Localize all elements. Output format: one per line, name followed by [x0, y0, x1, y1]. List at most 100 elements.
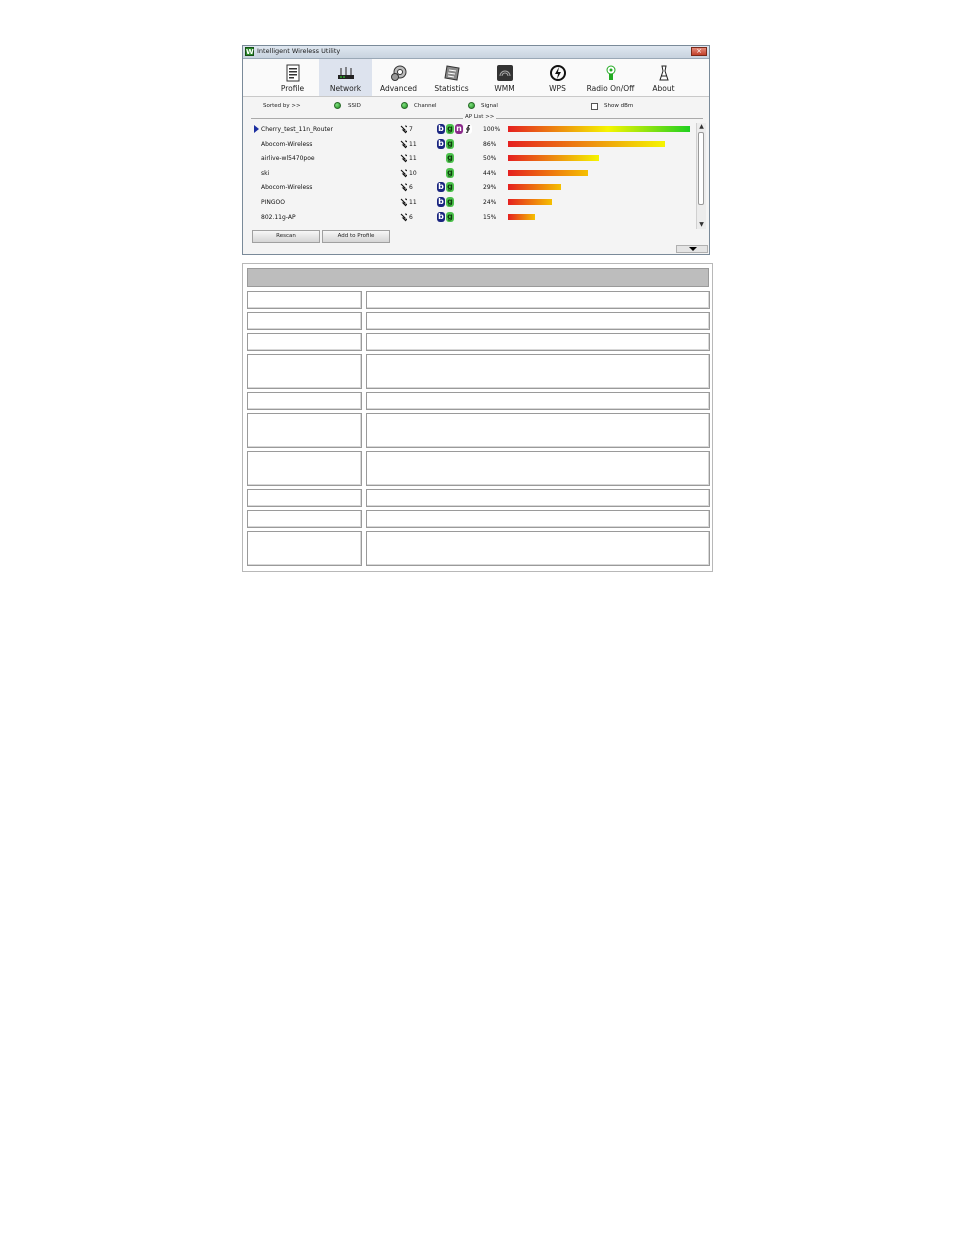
table-desc-cell [366, 291, 710, 309]
ap-ssid: ski [261, 169, 270, 177]
channel-icon [400, 213, 407, 221]
radio-icon [606, 65, 615, 80]
ap-channel: 6 [409, 184, 413, 192]
show-dbm-checkbox[interactable] [591, 103, 598, 110]
table-term-cell [247, 510, 362, 528]
mode-g-icon: g [446, 197, 454, 207]
tab-profile-label: Profile [280, 84, 305, 93]
sort-signal-label: Signal [481, 103, 498, 109]
signal-strength-bar [508, 126, 690, 132]
mode-b-icon: b [437, 211, 445, 222]
ap-ssid: 802.11g-AP [261, 213, 296, 221]
channel-icon [400, 198, 407, 207]
channel-icon [400, 154, 407, 163]
app-icon: W [245, 47, 254, 56]
ap-channel: 6 [409, 213, 413, 221]
table-term-cell [247, 392, 362, 410]
sort-channel-radio[interactable] [401, 102, 408, 109]
ap-list-row[interactable]: PINGOO 11 b g 24% [251, 195, 691, 209]
tab-radio-label: Radio On/Off [586, 84, 635, 93]
tab-statistics[interactable]: Statistics [425, 59, 478, 96]
signal-strength-bar [508, 169, 589, 176]
wps-icon [549, 65, 566, 81]
table-term-cell [247, 451, 362, 486]
scroll-down-arrow[interactable]: ▼ [697, 221, 706, 229]
channel-icon [400, 169, 407, 178]
signal-strength-bar [508, 140, 665, 147]
ap-channel: 10 [409, 169, 417, 177]
tab-statistics-label: Statistics [434, 84, 469, 93]
mode-b-icon: b [437, 124, 445, 134]
ap-list-row[interactable]: airlive-wl5470poe 11 g 50% [251, 151, 691, 165]
tab-network-label: Network [329, 84, 362, 93]
scroll-up-arrow[interactable]: ▲ [697, 123, 706, 131]
sort-channel-label: Channel [414, 103, 437, 109]
channel-icon [400, 183, 407, 192]
ap-signal-percent: 86% [483, 140, 497, 148]
ap-signal-percent: 15% [483, 213, 497, 221]
mode-b-icon: b [437, 197, 445, 207]
wmm-icon [496, 65, 513, 81]
mode-b-icon: b [437, 138, 445, 149]
tab-wmm-label: WMM [494, 84, 515, 93]
signal-strength-bar [508, 213, 536, 220]
ap-ssid: PINGOO [261, 199, 285, 206]
tab-network[interactable]: Network [319, 59, 372, 96]
table-term-cell [247, 489, 362, 507]
rescan-button[interactable]: Rescan [252, 230, 320, 243]
mode-g-icon: g [446, 153, 454, 164]
tab-wps-label: WPS [549, 84, 566, 93]
sort-bar: Sorted by >> SSID Channel Signal Show dB… [243, 97, 709, 113]
add-to-profile-button[interactable]: Add to Profile [322, 230, 390, 243]
expand-button[interactable] [676, 245, 708, 253]
ap-list-scrollbar[interactable]: ▲ ▼ [696, 123, 706, 229]
ap-list-row[interactable]: ski 10 g 44% [251, 166, 691, 180]
selected-arrow-icon [254, 125, 259, 133]
description-table [242, 263, 713, 572]
tab-wmm[interactable]: WMM [478, 59, 531, 96]
expand-arrow-icon [689, 247, 697, 251]
close-button[interactable]: × [691, 47, 707, 56]
sort-ssid-radio[interactable] [334, 102, 341, 109]
tab-about-label: About [652, 84, 675, 93]
sort-ssid-label: SSID [348, 103, 361, 109]
show-dbm-label: Show dBm [604, 103, 634, 109]
ap-ssid: Cherry_test_11n_Router [261, 126, 333, 133]
ap-list-title: AP List >> [463, 114, 497, 120]
ap-channel: 7 [409, 126, 413, 133]
ap-list-row[interactable]: Abocom-Wireless 6 b g 29% [251, 180, 691, 194]
table-desc-cell [366, 489, 710, 507]
table-desc-cell [366, 531, 710, 566]
table-term-cell [247, 291, 362, 309]
mode-g-icon: g [446, 211, 454, 222]
table-term-cell [247, 354, 362, 389]
table-desc-cell [366, 312, 710, 330]
tab-advanced[interactable]: Advanced [372, 59, 425, 96]
tab-about[interactable]: About [637, 59, 690, 96]
ap-list-row[interactable]: Cherry_test_11n_Router 7 b g n ∮ 100% [251, 122, 691, 136]
tab-profile[interactable]: Profile [266, 59, 319, 96]
scroll-thumb[interactable] [698, 132, 704, 205]
ap-list-row[interactable]: 802.11g-AP 6 b g 15% [251, 210, 691, 224]
mode-wps-icon: ∮ [464, 124, 472, 134]
advanced-icon [390, 65, 406, 81]
sort-signal-radio[interactable] [468, 102, 475, 109]
table-term-cell [247, 312, 362, 330]
table-header [247, 268, 709, 287]
title-bar[interactable]: W Intelligent Wireless Utility × [243, 46, 709, 59]
tab-radio-on-off[interactable]: Radio On/Off [584, 59, 637, 96]
signal-strength-bar [508, 184, 561, 191]
ap-signal-percent: 29% [483, 184, 497, 192]
table-desc-cell [366, 413, 710, 448]
tab-advanced-label: Advanced [379, 84, 418, 93]
ap-list-row[interactable]: Abocom-Wireless 11 b g 86% [251, 137, 691, 151]
mode-n-icon: n [455, 124, 463, 134]
mode-g-icon: g [446, 167, 454, 178]
sorted-by-label: Sorted by >> [263, 103, 301, 109]
tab-wps[interactable]: WPS [531, 59, 584, 96]
wireless-utility-window: W Intelligent Wireless Utility × Profile… [242, 45, 710, 255]
about-icon [658, 65, 669, 81]
toolbar: Profile Network Advanced Statistics WMM … [243, 59, 709, 97]
ap-signal-percent: 100% [483, 126, 501, 133]
ap-list: AP List >> Cherry_test_11n_Router 7 b g n ∮ 10… [251, 114, 703, 229]
